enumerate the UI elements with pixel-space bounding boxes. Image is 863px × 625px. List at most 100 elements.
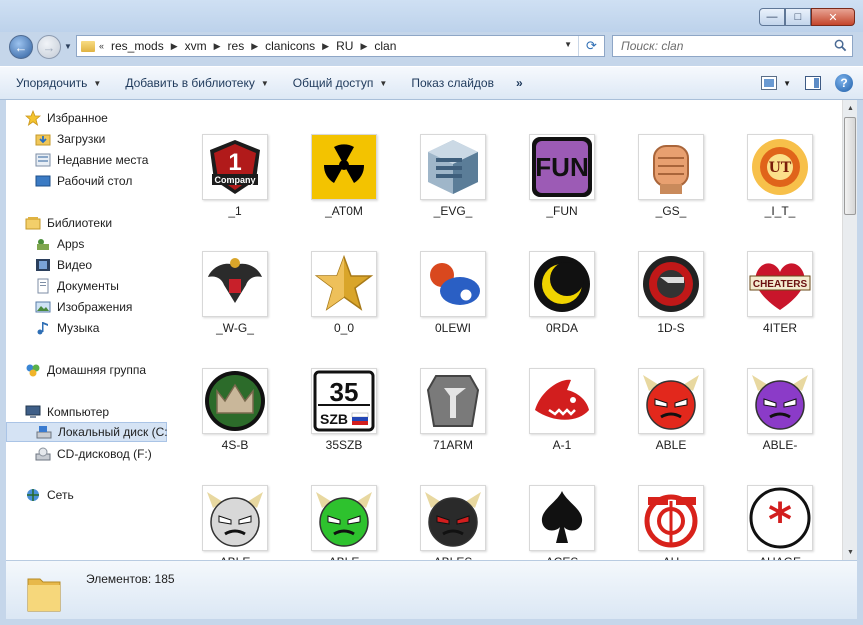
file-item[interactable]: 0LEWI [403, 251, 503, 359]
file-item[interactable]: _W-G_ [185, 251, 285, 359]
music-note-icon [37, 322, 48, 335]
nav-video[interactable]: Видео [6, 255, 167, 275]
nav-computer[interactable]: Компьютер [6, 402, 167, 422]
scrollbar-thumb[interactable] [844, 117, 856, 215]
fun-text-icon: FUN [529, 134, 595, 200]
organize-button[interactable]: Упорядочить ▼ [16, 76, 101, 90]
forward-button[interactable]: → [37, 35, 61, 59]
address-history-dropdown[interactable]: ▼ [564, 40, 572, 49]
add-to-library-button[interactable]: Добавить в библиотеку ▼ [125, 76, 268, 90]
refresh-button[interactable]: ⟳ [578, 36, 604, 56]
add-to-library-label: Добавить в библиотеку [125, 76, 255, 90]
nav-local-disk[interactable]: Локальный диск (C: [6, 422, 167, 442]
nav-desktop[interactable]: Рабочий стол [6, 171, 167, 191]
maximize-button[interactable]: □ [785, 8, 811, 26]
file-item[interactable]: 35 SZB 35SZB [294, 368, 394, 476]
svg-text:1: 1 [228, 149, 241, 176]
search-icon[interactable] [834, 39, 847, 52]
nav-documents[interactable]: Документы [6, 276, 167, 296]
more-commands-button[interactable]: » [516, 76, 523, 90]
file-item[interactable]: FUN _FUN [512, 134, 612, 242]
recent-pages-dropdown[interactable]: ▼ [64, 42, 72, 51]
chevron-down-icon: ▼ [93, 78, 102, 88]
fist-icon [638, 134, 704, 200]
file-item[interactable]: 4S-B [185, 368, 285, 476]
help-icon[interactable]: ? [835, 74, 853, 92]
close-button[interactable]: ✕ [811, 8, 855, 26]
nav-label: Недавние места [57, 153, 149, 167]
file-item[interactable]: AH [621, 485, 721, 560]
window-controls: — □ ✕ [759, 8, 855, 26]
search-input[interactable]: Поиск: clan [612, 35, 853, 57]
breadcrumb-separator-icon[interactable]: ▶ [251, 41, 258, 52]
file-item[interactable]: ACES [512, 485, 612, 560]
title-bar: — □ ✕ [0, 0, 863, 32]
file-name: _EVG_ [433, 204, 473, 218]
nav-images[interactable]: Изображения [6, 297, 167, 317]
vertical-scrollbar[interactable]: ▲ ▼ [842, 100, 857, 560]
nav-recent-places[interactable]: Недавние места [6, 150, 167, 170]
address-bar[interactable]: « res_mods ▶ xvm ▶ res ▶ clanicons ▶ RU … [76, 35, 605, 57]
nav-homegroup[interactable]: Домашняя группа [6, 360, 167, 380]
breadcrumb-separator-icon[interactable]: ▶ [214, 41, 221, 52]
file-item[interactable]: 1D-S [621, 251, 721, 359]
file-item[interactable]: *AHAGE [730, 485, 830, 560]
file-item[interactable]: UT _I_T_ [730, 134, 830, 242]
double-eagle-icon [202, 251, 268, 317]
breadcrumb-res-mods[interactable]: res_mods [111, 39, 164, 53]
breadcrumb-separator-icon[interactable]: ▶ [322, 41, 329, 52]
file-item[interactable]: 1 Company _1 [185, 134, 285, 242]
file-item[interactable]: 0RDA [512, 251, 612, 359]
minimize-button[interactable]: — [759, 8, 785, 26]
file-item[interactable]: 71ARM [403, 368, 503, 476]
file-name: 0_0 [333, 321, 355, 335]
file-item[interactable]: 0_0 [294, 251, 394, 359]
back-button[interactable]: ← [9, 35, 33, 59]
nav-cd-drive[interactable]: CD-дисковод (F:) [6, 444, 167, 464]
file-item[interactable]: _AT0M [294, 134, 394, 242]
breadcrumb-ru[interactable]: RU [336, 39, 353, 53]
share-button[interactable]: Общий доступ ▼ [293, 76, 388, 90]
nav-downloads[interactable]: Загрузки [6, 129, 167, 149]
star-icon [25, 110, 41, 126]
file-item[interactable]: A-1 [512, 368, 612, 476]
breadcrumb-separator-icon[interactable]: ▶ [171, 41, 178, 52]
breadcrumb-xvm[interactable]: xvm [185, 39, 207, 53]
command-bar: Упорядочить ▼ Добавить в библиотеку ▼ Общи… [0, 66, 863, 100]
breadcrumb-clanicons[interactable]: clanicons [265, 39, 315, 53]
nav-libraries[interactable]: Библиотеки [6, 213, 167, 233]
file-item[interactable]: ABLES [403, 485, 503, 560]
item-count: Элементов: 185 [86, 572, 175, 586]
breadcrumb-separator-icon[interactable]: ▶ [360, 41, 367, 52]
breadcrumb-res[interactable]: res [228, 39, 245, 53]
nav-music[interactable]: Музыка [6, 318, 167, 338]
film-icon [36, 259, 50, 271]
breadcrumb-clan[interactable]: clan [374, 39, 396, 53]
file-item[interactable]: ABLE- [730, 368, 830, 476]
nav-apps[interactable]: Apps [6, 234, 167, 254]
view-icon [761, 76, 778, 90]
fire-emblem-icon: UT [747, 134, 813, 200]
file-item[interactable]: _EVG_ [403, 134, 503, 242]
file-item[interactable]: ABLE [185, 485, 285, 560]
file-item[interactable]: ABLE [294, 485, 394, 560]
preview-pane-icon[interactable] [805, 76, 821, 90]
overflow-chevron[interactable]: « [99, 41, 104, 51]
documents-icon [37, 278, 49, 294]
file-name: _I_T_ [764, 204, 796, 218]
details-pane: Элементов: 185 [6, 560, 857, 619]
file-item[interactable]: CHEATERS 4ITER [730, 251, 830, 359]
slideshow-button[interactable]: Показ слайдов [411, 76, 494, 90]
computer-icon [25, 405, 41, 418]
file-item[interactable]: ABLE [621, 368, 721, 476]
file-item[interactable]: _GS_ [621, 134, 721, 242]
folder-icon [81, 40, 95, 52]
pacifier-icon [420, 251, 486, 317]
nav-favorites[interactable]: Избранное [6, 108, 167, 128]
change-view-button[interactable]: ▼ [761, 76, 791, 90]
nav-label: Сеть [47, 488, 74, 502]
scroll-down-button[interactable]: ▼ [843, 544, 858, 560]
nav-network[interactable]: Сеть [6, 485, 167, 505]
purple-devil-icon [747, 368, 813, 434]
scroll-up-button[interactable]: ▲ [843, 100, 858, 116]
